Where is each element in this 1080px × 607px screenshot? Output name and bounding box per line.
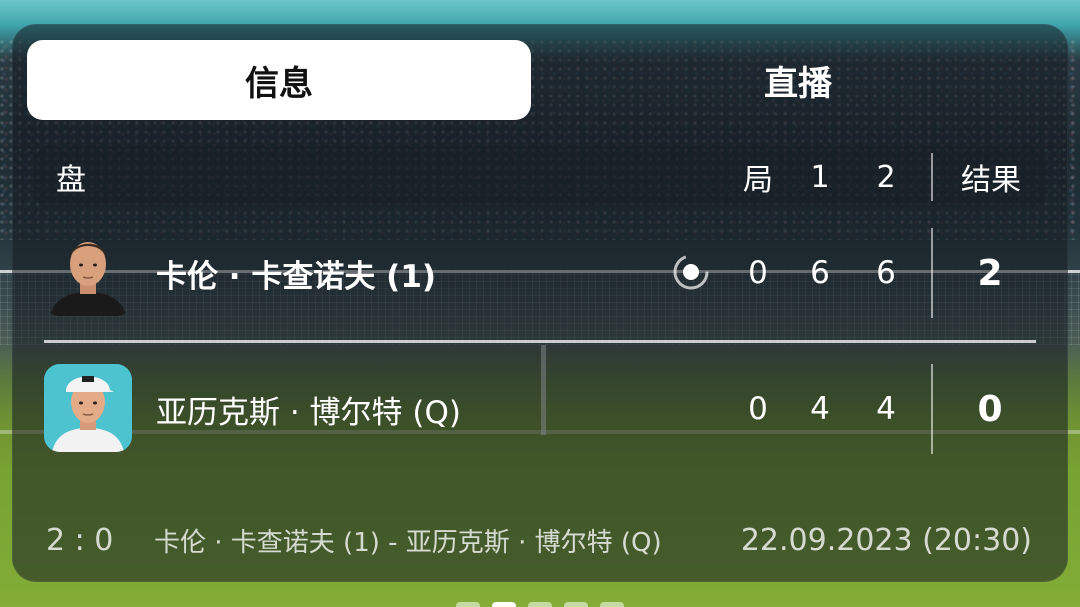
- footer-total-score: 2 : 0: [46, 522, 114, 558]
- footer-datetime: 22.09.2023 (20:30): [740, 522, 1032, 558]
- player-2-result: 0: [977, 388, 1003, 430]
- player-1-avatar: [44, 228, 132, 316]
- player-1-game: 0: [748, 255, 768, 291]
- pager-dot[interactable]: [528, 602, 552, 607]
- row-separator: [44, 340, 1036, 343]
- footer-match-title: 卡伦 · 卡查诺夫 (1) - 亚历克斯 · 博尔特 (Q): [154, 527, 662, 558]
- player-2-set1: 4: [810, 391, 830, 427]
- tab-bar: 信息 直播: [27, 40, 1053, 120]
- pager-dot[interactable]: [564, 602, 588, 607]
- player-1-divider: [931, 228, 933, 318]
- header-result: 结果: [961, 163, 1021, 198]
- pager-dot[interactable]: [492, 602, 516, 607]
- player-1-result: 2: [977, 252, 1003, 294]
- header-divider: [931, 153, 933, 201]
- player-2-divider: [931, 364, 933, 454]
- pager-dot[interactable]: [456, 602, 480, 607]
- player-2-avatar: [44, 364, 132, 452]
- player-2-set2: 4: [876, 391, 896, 427]
- header-set2: 2: [876, 159, 896, 195]
- player-1-name: 卡伦 · 卡查诺夫 (1): [156, 258, 437, 295]
- tab-info-label: 信息: [245, 63, 313, 104]
- tab-live-label: 直播: [764, 63, 832, 104]
- match-footer: 2 : 0 卡伦 · 卡查诺夫 (1) - 亚历克斯 · 博尔特 (Q) 22.…: [12, 505, 1068, 575]
- player-1-set1: 6: [810, 255, 830, 291]
- header-set1: 1: [810, 159, 830, 195]
- header-set: 盘: [56, 163, 86, 198]
- pager-dot[interactable]: [600, 602, 624, 607]
- tab-live[interactable]: 直播: [543, 40, 1053, 120]
- player-row-1[interactable]: 卡伦 · 卡查诺夫 (1) 0 6 6 2: [34, 228, 1047, 318]
- player-2-name: 亚历克斯 · 博尔特 (Q): [156, 394, 462, 431]
- page-indicator: [456, 602, 624, 607]
- header-game: 局: [743, 163, 773, 198]
- player-2-game: 0: [748, 391, 768, 427]
- player-1-set2: 6: [876, 255, 896, 291]
- serving-indicator-icon: [673, 254, 709, 290]
- player-row-2[interactable]: 亚历克斯 · 博尔特 (Q) 0 4 4 0: [34, 364, 1047, 454]
- score-header-row: 盘 局 1 2 结果: [34, 147, 1047, 207]
- tab-info[interactable]: 信息: [27, 40, 531, 120]
